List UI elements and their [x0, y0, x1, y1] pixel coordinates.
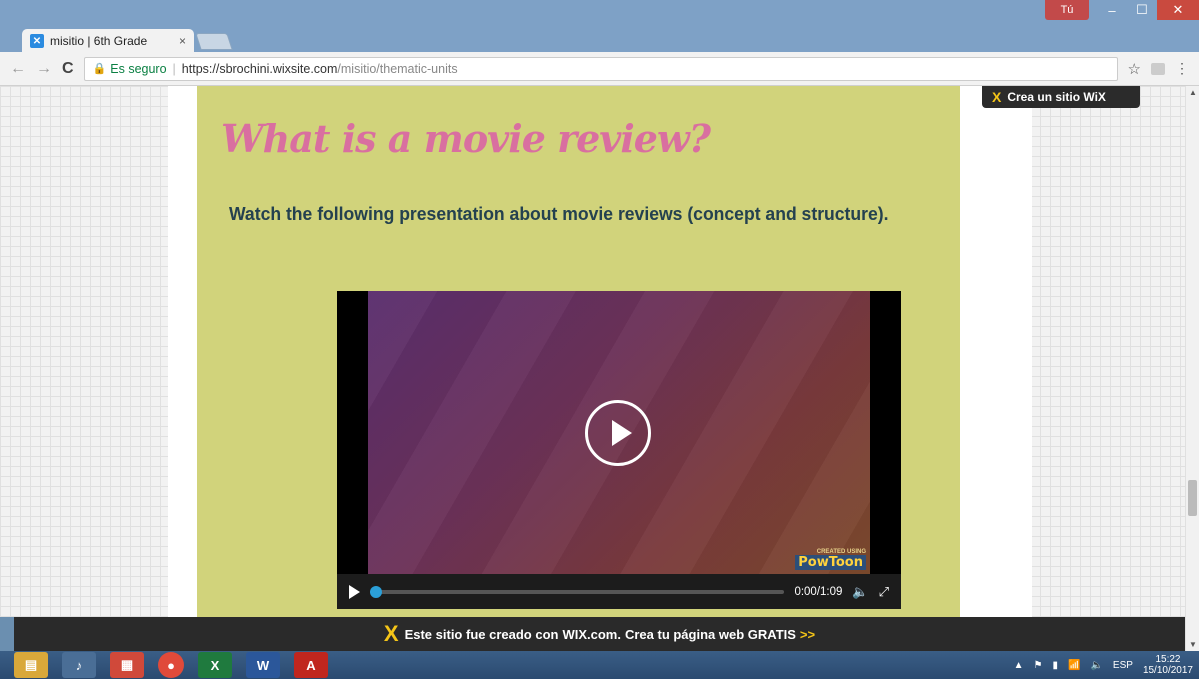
page-heading: What is a movie review? — [221, 116, 711, 161]
reload-icon[interactable]: C — [62, 60, 74, 78]
lock-icon: 🔒 — [92, 63, 107, 75]
maximize-icon[interactable]: ☐ — [1127, 0, 1157, 20]
clock-date: 15/10/2017 — [1142, 665, 1193, 676]
wix-logo-icon: X — [992, 89, 1002, 105]
page-scrollbar[interactable]: ▲ ▼ — [1185, 86, 1199, 651]
volume-icon[interactable]: 🔈 — [852, 584, 868, 600]
excel-icon[interactable]: X — [198, 652, 232, 678]
file-explorer-icon[interactable]: ▤ — [14, 652, 48, 678]
clock[interactable]: 15:22 15/10/2017 — [1143, 654, 1193, 676]
tab-close-icon[interactable]: × — [179, 34, 186, 48]
wix-banner-logo-icon: X — [383, 621, 399, 646]
scroll-down-icon[interactable]: ▼ — [1189, 640, 1197, 649]
video-frame[interactable]: CREATED USING PowToon — [368, 291, 870, 574]
address-bar[interactable]: 🔒 Es seguro | https://sbrochini.wixsite.… — [83, 56, 1118, 81]
page-viewport: What is a movie review? Watch the follow… — [0, 86, 1199, 617]
browser-titlebar: ✕ misitio | 6th Grade × Tú ‒ ☐ ✕ — [0, 0, 1199, 53]
close-window-icon[interactable]: ✕ — [1157, 0, 1199, 20]
user-profile-button[interactable]: Tú — [1045, 0, 1089, 20]
flag-icon[interactable]: ⚑ — [1034, 660, 1043, 671]
play-icon[interactable] — [585, 400, 651, 466]
banner-brand: WIX.com. — [562, 626, 621, 642]
acrobat-icon[interactable]: A — [294, 652, 328, 678]
browser-tab[interactable]: ✕ misitio | 6th Grade × — [22, 29, 194, 53]
page-column: What is a movie review? Watch the follow… — [168, 86, 1032, 617]
extension-icon[interactable] — [1151, 62, 1165, 75]
tray-arrow-icon[interactable]: ▲ — [1014, 660, 1024, 671]
control-play-icon[interactable] — [349, 584, 360, 599]
wix-create-badge[interactable]: X Crea un sitio WiX — [982, 86, 1140, 108]
window-controls: Tú ‒ ☐ ✕ — [1045, 0, 1199, 22]
progress-track[interactable] — [370, 585, 785, 598]
url-path: /misitio/thematic-units — [337, 61, 458, 76]
bookmark-star-icon[interactable]: ☆ — [1128, 60, 1141, 78]
clock-time: 15:22 — [1155, 654, 1181, 665]
windows-taskbar: ▤ ♪ ▦ ● X W A ▲ ⚑ ▮ 📶 🔈 ESP 15:22 15/10/… — [0, 651, 1199, 679]
chrome-icon[interactable]: ● — [158, 652, 184, 678]
page-subheading: Watch the following presentation about m… — [229, 203, 889, 224]
scrollbar-thumb[interactable] — [1188, 480, 1197, 516]
progress-thumb[interactable] — [370, 585, 382, 598]
word-icon[interactable]: W — [246, 652, 280, 678]
battery-icon[interactable]: ▮ — [1053, 660, 1059, 671]
content-panel: What is a movie review? Watch the follow… — [197, 86, 960, 617]
language-indicator[interactable]: ESP — [1113, 660, 1133, 671]
forward-icon[interactable]: → — [36, 60, 52, 78]
speaker-icon[interactable]: 🔈 — [1090, 660, 1102, 671]
minimize-icon[interactable]: ‒ — [1097, 0, 1127, 20]
banner-arrows: >> — [799, 626, 816, 642]
video-controls: 0:00/1:09 🔈 ⤢ — [337, 574, 901, 609]
new-tab-button[interactable] — [195, 33, 233, 50]
system-tray: ▲ ⚑ ▮ 📶 🔈 ESP 15:22 15/10/2017 — [1014, 651, 1193, 679]
user-label: Tú — [1060, 4, 1074, 16]
wix-footer-banner[interactable]: X Este sitio fue creado con WIX.com. Cre… — [14, 617, 1185, 651]
video-player[interactable]: CREATED USING PowToon 0:00/1:09 🔈 ⤢ — [337, 291, 901, 609]
scroll-up-icon[interactable]: ▲ — [1189, 88, 1197, 97]
tab-title: misitio | 6th Grade — [50, 34, 148, 48]
url-host: https://sbrochini.wixsite.com — [181, 61, 338, 76]
powtoon-watermark: CREATED USING PowToon — [795, 549, 866, 570]
fullscreen-icon[interactable]: ⤢ — [879, 584, 889, 600]
banner-text-before: Este sitio fue creado con — [404, 626, 559, 642]
back-icon[interactable]: ← — [10, 60, 26, 78]
media-player-icon[interactable]: ♪ — [62, 652, 96, 678]
network-icon[interactable]: 📶 — [1068, 660, 1080, 671]
menu-icon[interactable]: ⋮ — [1175, 60, 1189, 77]
address-separator: | — [172, 61, 176, 76]
banner-text-after: Crea tu página web GRATIS — [624, 626, 796, 642]
browser-toolbar: ← → C 🔒 Es seguro | https://sbrochini.wi… — [0, 52, 1199, 86]
paint-icon[interactable]: ▦ — [110, 652, 144, 678]
watermark-brand-text: PowToon — [795, 555, 866, 570]
secure-label: Es seguro — [110, 61, 167, 76]
wix-badge-label: Crea un sitio WiX — [1007, 90, 1106, 104]
video-time: 0:00/1:09 — [794, 585, 843, 598]
wix-favicon-icon: ✕ — [30, 34, 44, 48]
